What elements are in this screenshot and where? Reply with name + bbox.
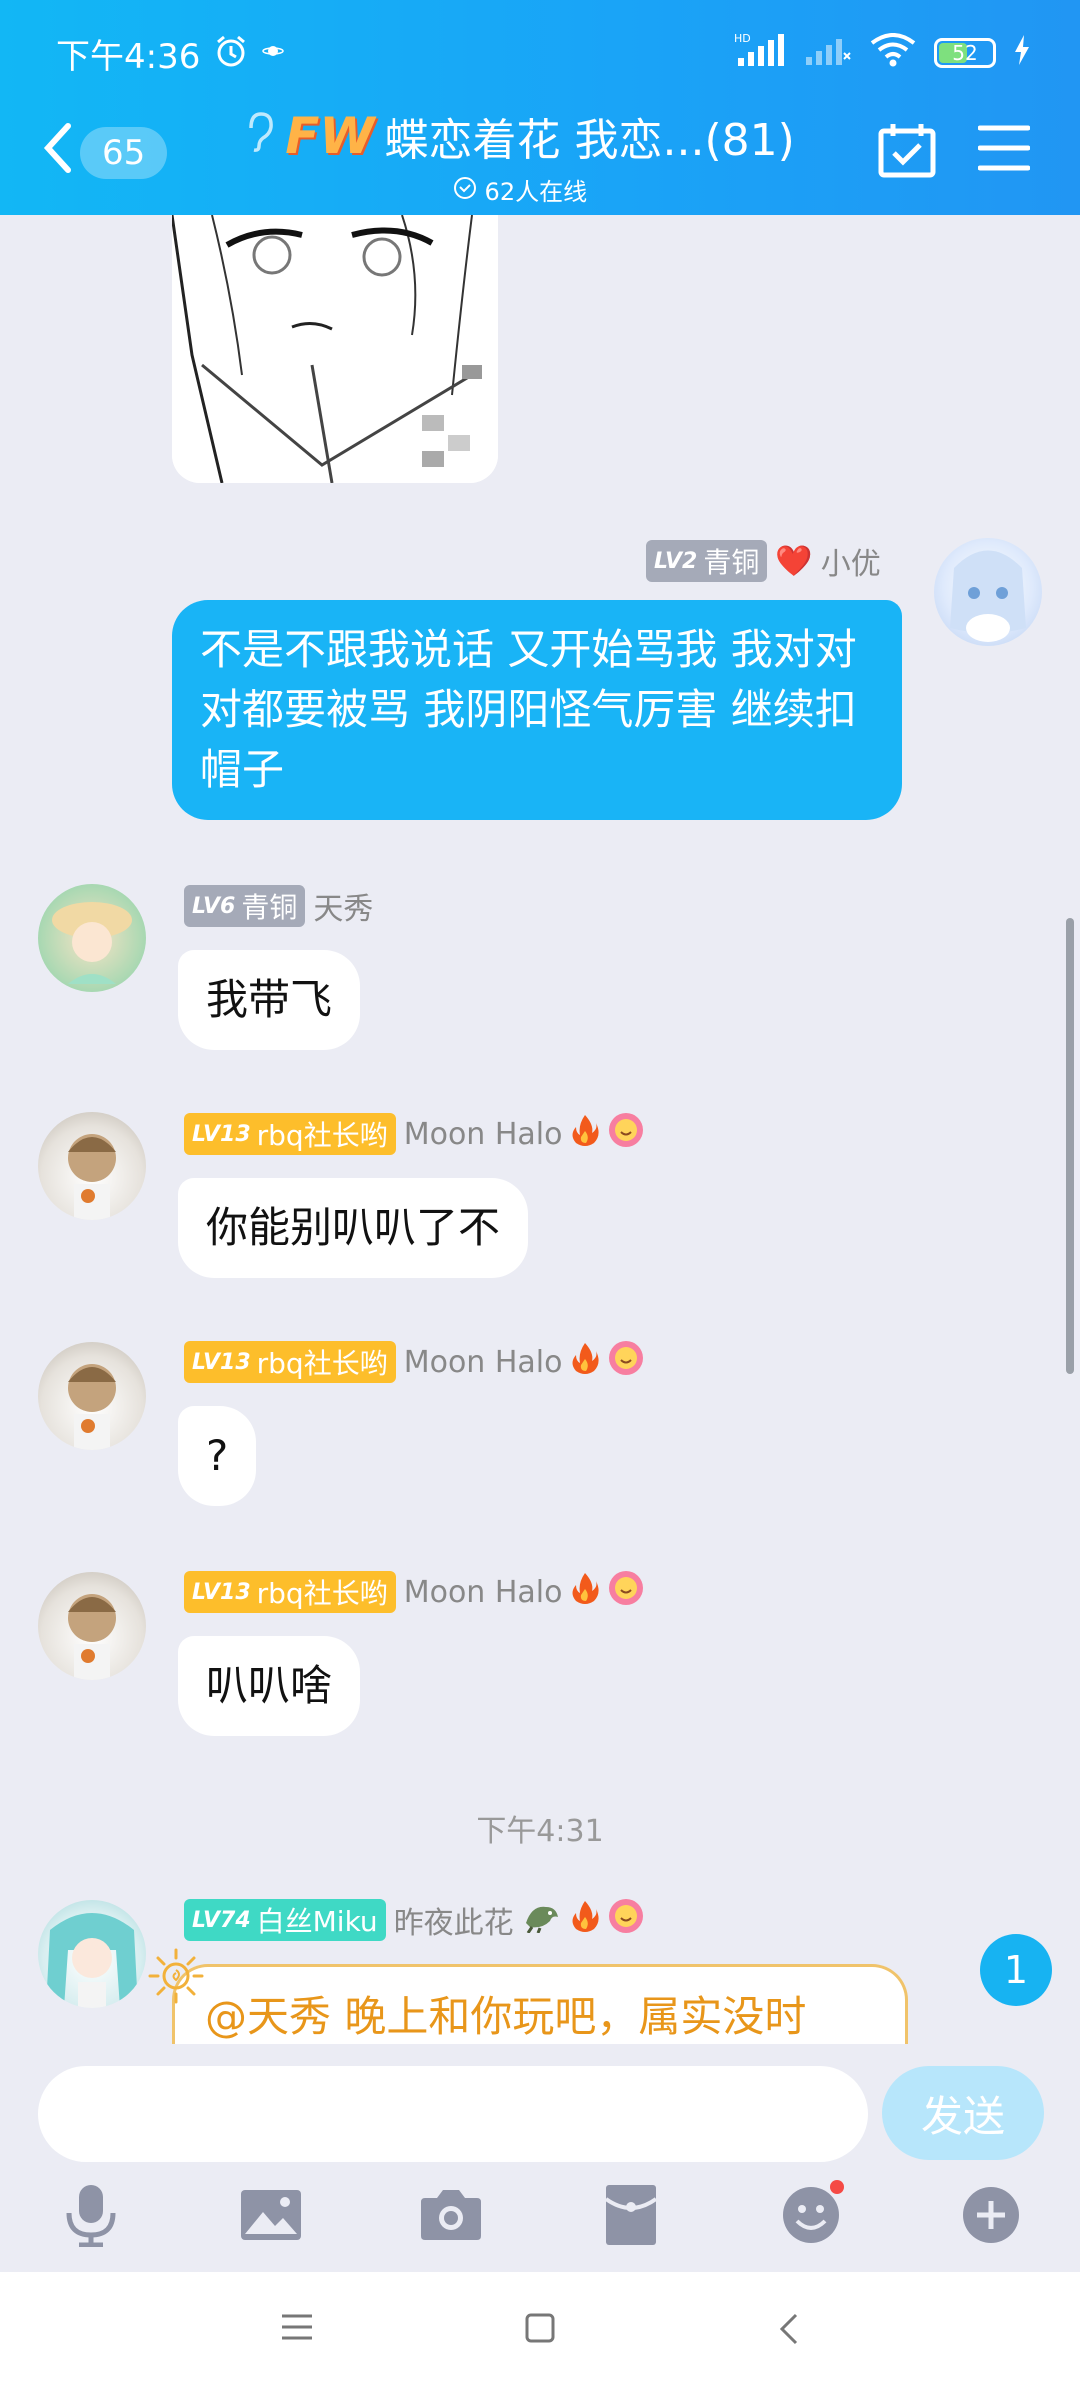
level-number: LV6 (192, 893, 236, 919)
level-number: LV13 (192, 1579, 251, 1605)
manga-illustration (172, 215, 498, 483)
level-badge: LV6 青铜 (184, 885, 306, 927)
status-time: 下午4:36 (56, 36, 201, 77)
dragon-icon (522, 1899, 562, 1941)
rank-title: rbq社长哟 (256, 1347, 388, 1380)
sender-name[interactable]: Moon Halo (404, 1117, 563, 1152)
message-meta: LV13 rbq社长哟 Moon Halo (184, 1112, 644, 1156)
sender-name[interactable]: 昨夜此花 (394, 1898, 514, 1942)
emoji-icon[interactable] (776, 2180, 846, 2250)
avatar[interactable] (934, 538, 1042, 646)
input-toolbar (0, 2180, 1080, 2260)
avatar[interactable] (38, 1900, 146, 2008)
microphone-icon[interactable] (56, 2180, 126, 2250)
back-nav-icon[interactable] (776, 2312, 800, 2350)
fire-icon (570, 1899, 600, 1941)
menu-icon[interactable] (977, 122, 1031, 178)
time-separator: 下午4:31 (476, 1814, 604, 1849)
unread-count-badge: 65 (80, 126, 168, 179)
fire-icon (570, 1571, 600, 1613)
message-bubble-self[interactable]: 不是不跟我说话 又开始骂我 我对对对都要被骂 我阴阳怪气厉害 继续扣帽子 (172, 600, 902, 820)
recent-apps-icon[interactable] (280, 2312, 314, 2346)
message-input[interactable] (38, 2066, 868, 2162)
chevron-left-icon (40, 120, 74, 185)
sender-name[interactable]: 天秀 (313, 884, 373, 928)
message-bubble-mention[interactable]: @天秀 晚上和你玩吧，属实没时 (172, 1964, 908, 2044)
home-icon[interactable] (524, 2312, 556, 2348)
level-badge: LV13 rbq社长哟 (184, 1341, 396, 1383)
fire-icon (570, 1113, 600, 1155)
message-meta-self: LV2 青铜 ❤️ 小优 (646, 539, 881, 583)
sun-decoration-icon (146, 1946, 206, 2010)
red-packet-icon[interactable] (596, 2180, 666, 2250)
avatar[interactable] (38, 1342, 146, 1450)
message-bubble[interactable]: 你能别叭叭了不 (178, 1178, 529, 1278)
fire-icon (570, 1341, 600, 1383)
rank-title: rbq社长哟 (256, 1577, 388, 1610)
online-count-label: 62人在线 (484, 178, 588, 206)
message-bubble[interactable]: ? (178, 1406, 257, 1506)
image-icon[interactable] (236, 2180, 306, 2250)
avatar[interactable] (38, 1112, 146, 1220)
back-button[interactable]: 65 (40, 120, 168, 185)
avatar[interactable] (38, 1572, 146, 1680)
title-bar: 65 FW 蝶恋着花 我恋...(81) 62人在线 (0, 100, 1080, 206)
chat-header: 下午4:36 HD 52 65 FW 蝶恋着花 我恋...(81) 62人在线 (0, 0, 1080, 215)
flower-face-icon (608, 1112, 644, 1156)
level-number: LV74 (192, 1907, 251, 1933)
message-text: @天秀 晚上和你玩吧，属实没时 (205, 1992, 807, 2041)
message-meta: LV13 rbq社长哟 Moon Halo (184, 1340, 644, 1384)
level-badge: LV74 白丝Miku (184, 1899, 386, 1941)
sender-name[interactable]: Moon Halo (404, 1345, 563, 1380)
plus-icon[interactable] (956, 2180, 1026, 2250)
rank-title: 白丝Miku (256, 1905, 378, 1938)
battery-level: 52 (952, 41, 978, 65)
ear-icon (245, 110, 275, 163)
hd-label: HD (734, 32, 751, 45)
input-bar: 发送 (0, 2044, 1080, 2272)
message-bubble[interactable]: 叭叭啥 (178, 1636, 361, 1736)
alarm-icon (214, 34, 248, 72)
image-message[interactable] (172, 215, 498, 483)
rank-title: rbq社长哟 (256, 1119, 388, 1152)
message-meta: LV13 rbq社长哟 Moon Halo (184, 1570, 644, 1614)
camera-icon[interactable] (416, 2180, 486, 2250)
send-button[interactable]: 发送 (882, 2066, 1044, 2160)
status-bar: 下午4:36 HD 52 (56, 28, 1030, 78)
flower-face-icon (608, 1340, 644, 1384)
signal-icon: HD (734, 32, 786, 74)
level-badge: LV13 rbq社长哟 (184, 1113, 396, 1155)
battery-icon: 52 (934, 38, 996, 68)
scrollbar[interactable] (1066, 918, 1074, 1374)
message-meta: LV74 白丝Miku 昨夜此花 (184, 1898, 644, 1942)
level-number: LV2 (654, 548, 698, 574)
level-badge: LV2 青铜 (646, 540, 768, 582)
new-message-badge[interactable]: 1 (980, 1934, 1052, 2006)
planet-icon (262, 40, 285, 66)
group-badge: FW (285, 107, 375, 165)
level-number: LV13 (192, 1121, 251, 1147)
charging-icon (1014, 35, 1030, 71)
message-meta: LV6 青铜 天秀 (184, 884, 373, 928)
sender-name[interactable]: Moon Halo (404, 1575, 563, 1610)
group-title: 蝶恋着花 我恋...(81) (384, 115, 795, 166)
flower-face-icon (608, 1898, 644, 1942)
notification-dot (830, 2180, 844, 2194)
group-title-area[interactable]: FW 蝶恋着花 我恋...(81) 62人在线 (220, 104, 820, 207)
system-navigation-bar (0, 2272, 1080, 2400)
wifi-icon (870, 33, 916, 73)
message-bubble[interactable]: 我带飞 (178, 950, 361, 1050)
avatar[interactable] (38, 884, 146, 992)
level-badge: LV13 rbq社长哟 (184, 1571, 396, 1613)
sender-name[interactable]: 小优 (821, 539, 881, 583)
online-count: 62人在线 (220, 172, 820, 207)
calendar-check-icon[interactable] (878, 122, 936, 184)
online-check-icon (453, 177, 485, 206)
heart-icon: ❤️ (775, 543, 813, 579)
flower-face-icon (608, 1570, 644, 1614)
rank-title: 青铜 (241, 891, 298, 924)
rank-title: 青铜 (703, 546, 760, 579)
signal-weak-icon (804, 33, 852, 73)
level-number: LV13 (192, 1349, 251, 1375)
